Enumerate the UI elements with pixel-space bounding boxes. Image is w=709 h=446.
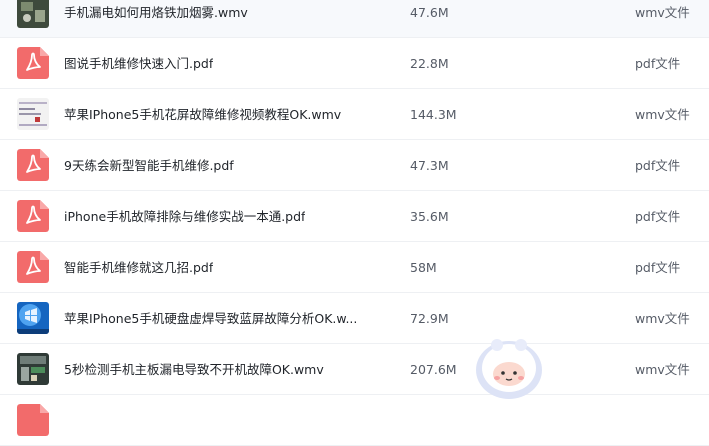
file-size: 22.8M bbox=[410, 56, 449, 71]
file-size: 47.6M bbox=[410, 5, 449, 20]
file-type: wmv文件 bbox=[635, 5, 690, 20]
file-type: pdf文件 bbox=[635, 56, 681, 71]
file-row[interactable]: 5秒检测手机主板漏电导致不开机故障OK.wmv 207.6M wmv文件 bbox=[0, 344, 709, 395]
file-type: pdf文件 bbox=[635, 158, 681, 173]
file-row[interactable]: 手机漏电如何用烙铁加烟雾.wmv 47.6M wmv文件 bbox=[0, 0, 709, 38]
file-name: 手机漏电如何用烙铁加烟雾.wmv bbox=[64, 5, 248, 20]
pdf-icon bbox=[17, 251, 49, 283]
file-row[interactable] bbox=[0, 395, 709, 446]
file-type: pdf文件 bbox=[635, 260, 681, 275]
file-row[interactable]: 苹果IPhone5手机硬盘虚焊导致蓝屏故障分析OK.w... 72.9M wmv… bbox=[0, 293, 709, 344]
file-name: 智能手机维修就这几招.pdf bbox=[64, 260, 214, 275]
file-size: 47.3M bbox=[410, 158, 449, 173]
file-row[interactable]: 图说手机维修快速入门.pdf 22.8M pdf文件 bbox=[0, 38, 709, 89]
file-size: 72.9M bbox=[410, 311, 449, 326]
video-thumbnail-icon bbox=[17, 98, 49, 130]
file-row[interactable]: 智能手机维修就这几招.pdf 58M pdf文件 bbox=[0, 242, 709, 293]
file-name: 图说手机维修快速入门.pdf bbox=[64, 56, 214, 71]
file-row[interactable]: iPhone手机故障排除与维修实战一本通.pdf 35.6M pdf文件 bbox=[0, 191, 709, 242]
pdf-icon bbox=[17, 200, 49, 232]
assistant-mascot-icon[interactable] bbox=[473, 336, 545, 402]
video-thumbnail-icon bbox=[17, 353, 49, 385]
file-name: 9天练会新型智能手机维修.pdf bbox=[64, 158, 234, 173]
file-row[interactable]: 苹果IPhone5手机花屏故障维修视频教程OK.wmv 144.3M wmv文件 bbox=[0, 89, 709, 140]
file-list: 手机漏电如何用烙铁加烟雾.wmv 47.6M wmv文件 图说手机维修快速入门.… bbox=[0, 0, 709, 446]
video-thumbnail-icon bbox=[17, 302, 49, 334]
file-name: 苹果IPhone5手机硬盘虚焊导致蓝屏故障分析OK.w... bbox=[64, 311, 358, 326]
file-type: wmv文件 bbox=[635, 362, 690, 377]
file-size: 35.6M bbox=[410, 209, 449, 224]
file-name: 苹果IPhone5手机花屏故障维修视频教程OK.wmv bbox=[64, 107, 342, 122]
pdf-icon bbox=[17, 149, 49, 181]
pdf-icon bbox=[17, 404, 49, 436]
file-type: wmv文件 bbox=[635, 311, 690, 326]
file-type: wmv文件 bbox=[635, 107, 690, 122]
file-row[interactable]: 9天练会新型智能手机维修.pdf 47.3M pdf文件 bbox=[0, 140, 709, 191]
file-type: pdf文件 bbox=[635, 209, 681, 224]
pdf-icon bbox=[17, 47, 49, 79]
video-thumbnail-icon bbox=[17, 0, 49, 28]
file-size: 144.3M bbox=[410, 107, 457, 122]
file-size: 58M bbox=[410, 260, 437, 275]
file-size: 207.6M bbox=[410, 362, 457, 377]
file-name: 5秒检测手机主板漏电导致不开机故障OK.wmv bbox=[64, 362, 324, 377]
file-name: iPhone手机故障排除与维修实战一本通.pdf bbox=[64, 209, 306, 224]
